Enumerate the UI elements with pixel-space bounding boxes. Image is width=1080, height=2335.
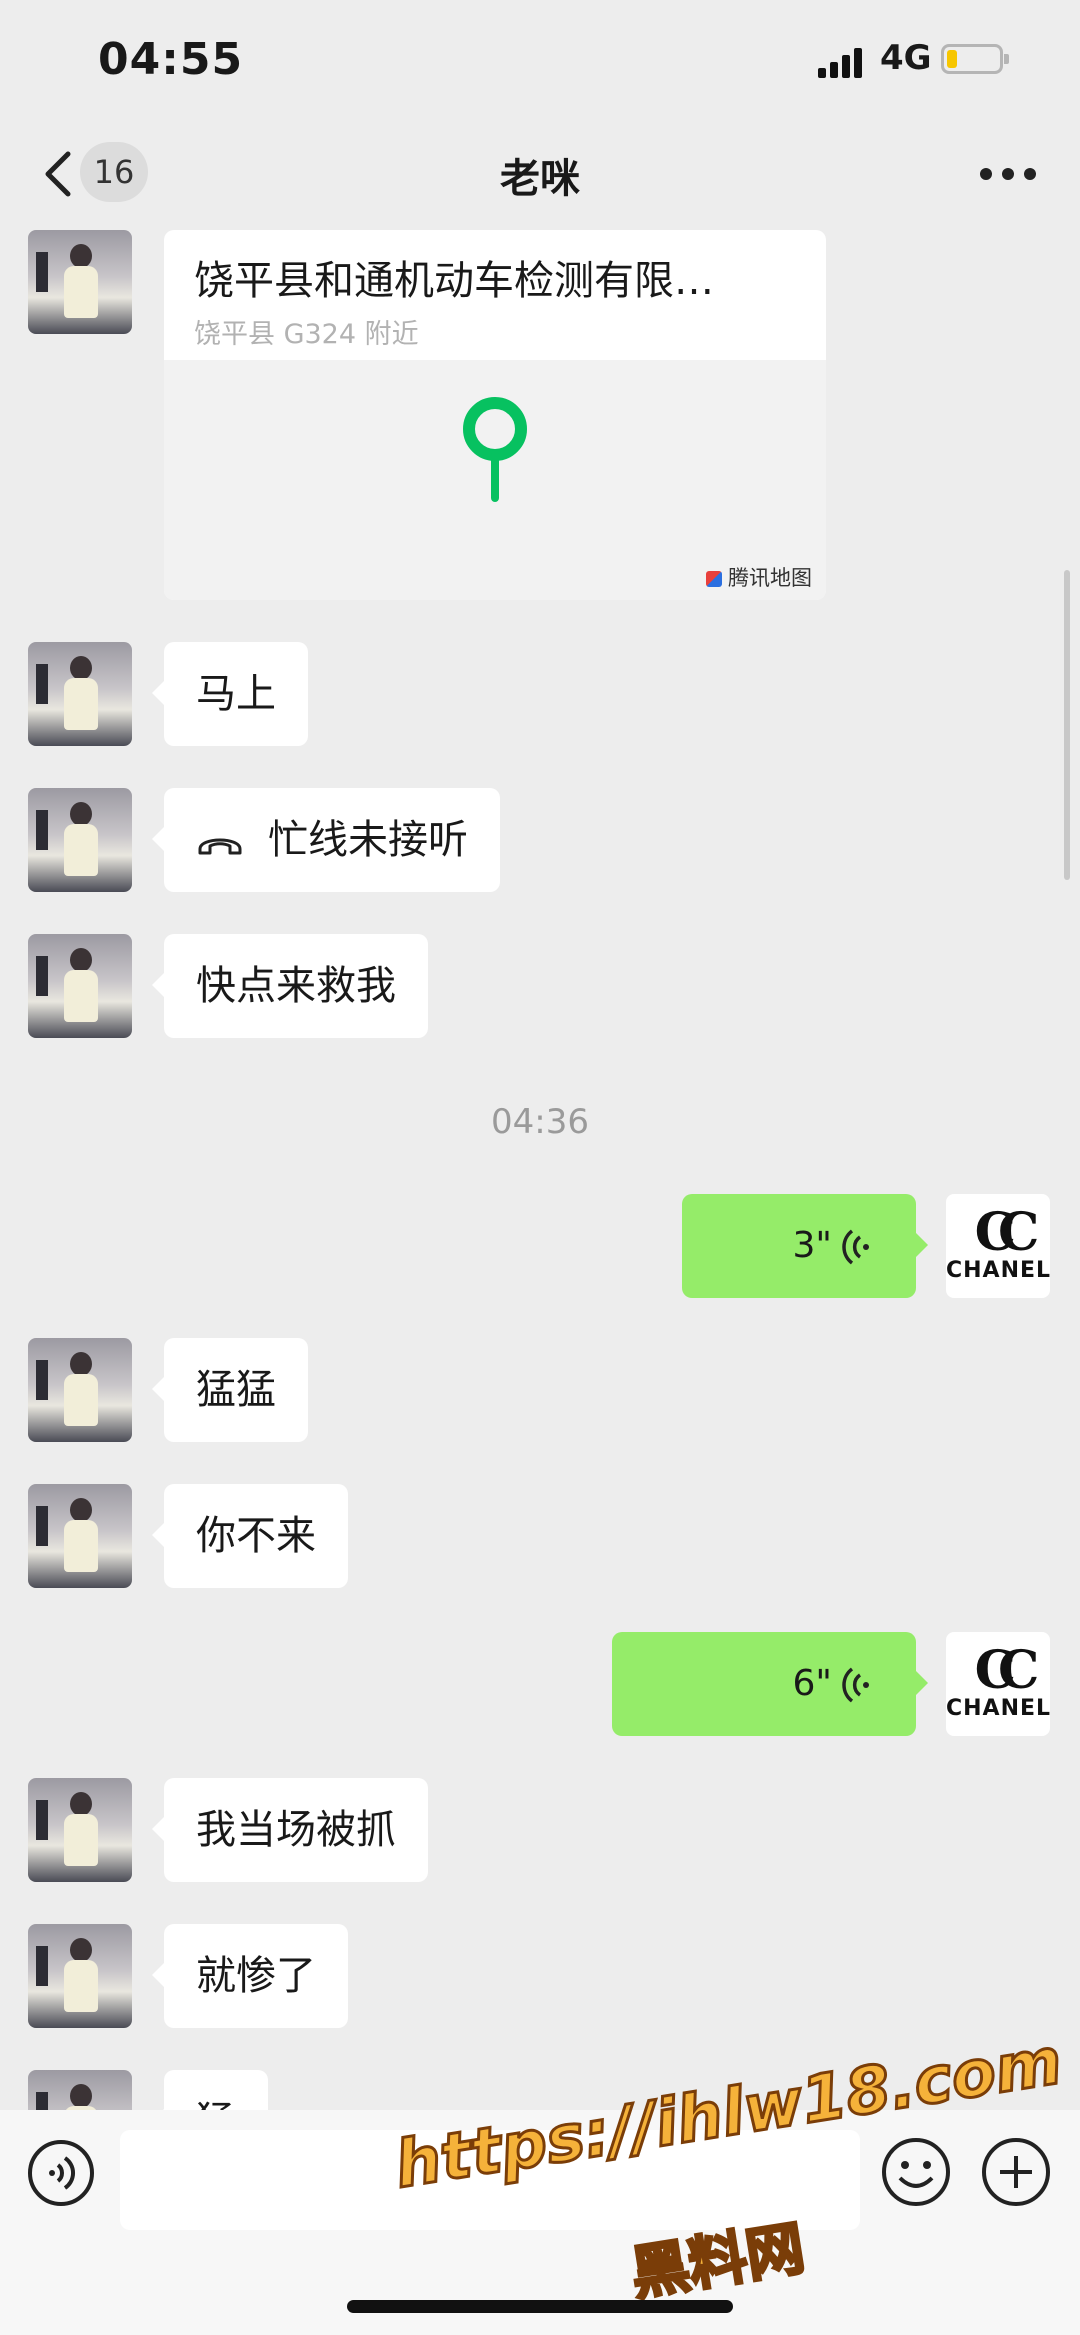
- self-avatar[interactable]: CC CHANEL: [946, 1194, 1050, 1298]
- message-bubble[interactable]: 快点来救我: [152, 934, 428, 1038]
- status-bar: 04:55 4G: [0, 0, 1080, 120]
- chanel-logo-text: CHANEL: [946, 1258, 1052, 1283]
- contact-avatar[interactable]: [28, 1484, 132, 1588]
- missed-call-message[interactable]: 忙线未接听: [152, 788, 500, 892]
- location-title: 饶平县和通机动车检测有限…: [194, 258, 714, 304]
- battery-icon: [941, 44, 1009, 74]
- missed-call-label: 忙线未接听: [268, 817, 468, 863]
- voice-input-toggle-icon[interactable]: [26, 2138, 96, 2208]
- contact-avatar[interactable]: [28, 1338, 132, 1442]
- contact-avatar[interactable]: [28, 642, 132, 746]
- contact-avatar[interactable]: [28, 1778, 132, 1882]
- message-bubble[interactable]: 猛: [152, 2070, 268, 2110]
- chat-scrollbar[interactable]: [1064, 570, 1070, 880]
- chat-title: 老咪: [500, 156, 580, 202]
- more-icon[interactable]: [980, 168, 1036, 182]
- voice-wave-icon: [842, 1229, 869, 1265]
- message-timestamp: 04:36: [491, 1102, 589, 1142]
- map-brand-text: 腾讯地图: [728, 566, 812, 590]
- message-bubble[interactable]: 马上: [152, 642, 308, 746]
- signal-icon: [818, 46, 868, 78]
- voice-duration: 6": [792, 1663, 832, 1704]
- chat-header: 16 老咪: [0, 120, 1080, 230]
- chanel-logo-mark: CC: [974, 1202, 1040, 1263]
- location-address: 饶平县 G324 附近: [194, 319, 419, 350]
- contact-avatar[interactable]: [28, 2070, 132, 2110]
- contact-avatar[interactable]: [28, 934, 132, 1038]
- map-pin-icon: [463, 397, 527, 502]
- message-bubble[interactable]: 你不来: [152, 1484, 348, 1588]
- message-bubble[interactable]: 就惨了: [152, 1924, 348, 2028]
- home-indicator[interactable]: [347, 2300, 733, 2313]
- message-bubble[interactable]: 我当场被抓: [152, 1778, 428, 1882]
- status-time: 04:55: [98, 34, 244, 85]
- plus-icon[interactable]: [980, 2136, 1052, 2208]
- contact-avatar[interactable]: [28, 788, 132, 892]
- message-input[interactable]: [120, 2130, 860, 2230]
- voice-message[interactable]: 3": [682, 1194, 928, 1298]
- chanel-logo-text: CHANEL: [946, 1696, 1052, 1721]
- map-brand-label: 腾讯地图: [706, 562, 812, 592]
- voice-wave-icon: [842, 1667, 869, 1703]
- network-type: 4G: [880, 38, 932, 78]
- chat-message-list[interactable]: 饶平县和通机动车检测有限… 饶平县 G324 附近 腾讯地图 马上 忙线未接听 …: [0, 230, 1080, 2110]
- battery-level: [947, 50, 957, 68]
- voice-message[interactable]: 6": [612, 1632, 928, 1736]
- phone-hangup-icon: [198, 838, 242, 855]
- contact-avatar[interactable]: [28, 230, 132, 334]
- location-map: 腾讯地图: [164, 360, 826, 600]
- self-avatar[interactable]: CC CHANEL: [946, 1632, 1050, 1736]
- voice-duration: 3": [792, 1225, 832, 1266]
- emoji-icon[interactable]: [880, 2136, 952, 2208]
- location-message[interactable]: 饶平县和通机动车检测有限… 饶平县 G324 附近 腾讯地图: [164, 230, 826, 600]
- contact-avatar[interactable]: [28, 1924, 132, 2028]
- tencent-map-icon: [706, 571, 722, 587]
- chanel-logo-mark: CC: [974, 1640, 1040, 1701]
- message-bubble[interactable]: 猛猛: [152, 1338, 308, 1442]
